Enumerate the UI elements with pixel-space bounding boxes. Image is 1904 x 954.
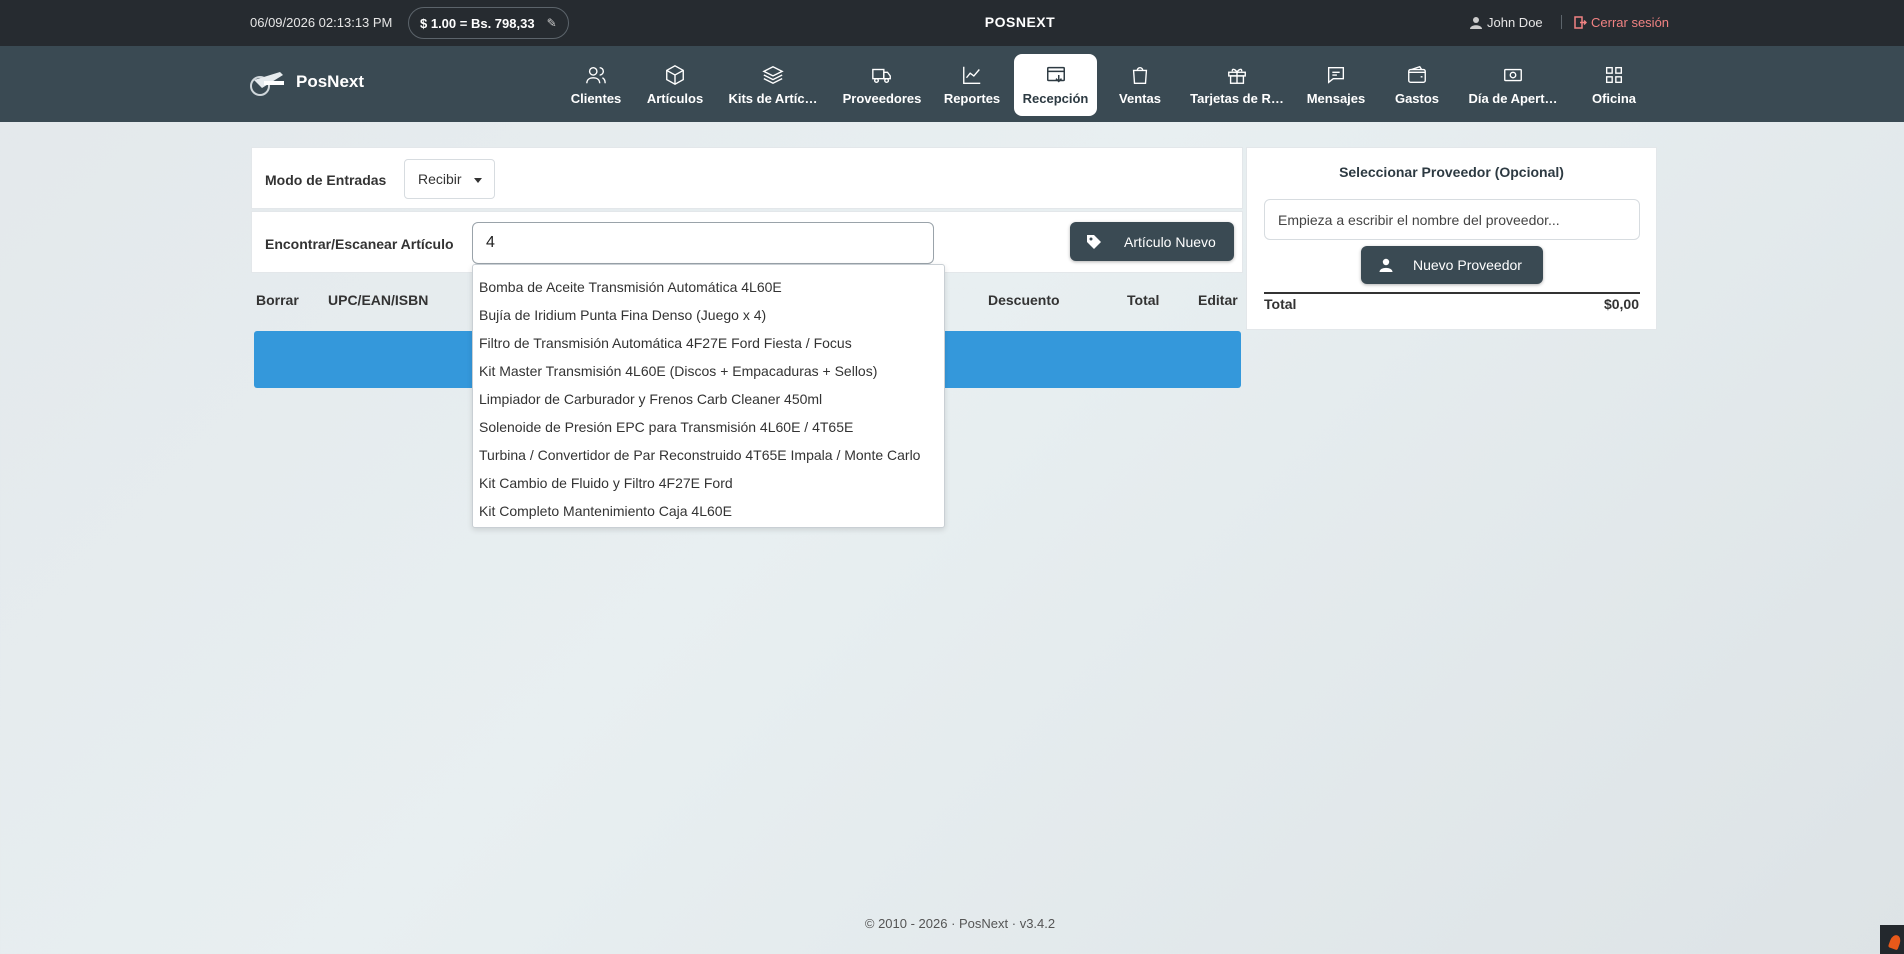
user-menu[interactable]: John Doe xyxy=(1470,15,1543,30)
autocomplete-option[interactable]: Kit Cambio de Fluido y Filtro 4F27E Ford xyxy=(473,469,944,497)
user-icon xyxy=(1379,258,1393,272)
nav-label: Mensajes xyxy=(1306,91,1366,106)
col-edit: Editar xyxy=(1198,292,1238,308)
wallet-icon xyxy=(1408,65,1426,84)
grid-icon xyxy=(1605,66,1623,84)
chart-line-icon xyxy=(963,66,981,84)
nav-label: Ventas xyxy=(1119,91,1161,106)
supplier-title: Seleccionar Proveedor (Opcional) xyxy=(1339,164,1564,180)
layers-icon xyxy=(762,65,784,85)
nav-label: Tarjetas de R… xyxy=(1190,91,1284,106)
box-icon xyxy=(666,65,684,85)
tag-icon xyxy=(1087,234,1101,249)
autocomplete-option[interactable]: Solenoide de Presión EPC para Transmisió… xyxy=(473,413,944,441)
total-label: Total xyxy=(1264,296,1297,312)
logout-link[interactable]: Cerrar sesión xyxy=(1574,15,1669,30)
mode-select-value: Recibir xyxy=(418,171,462,187)
mode-row: Modo de Entradas Recibir xyxy=(251,147,1243,209)
nav-label: Reportes xyxy=(943,91,1001,106)
nav-oficina[interactable]: Oficina xyxy=(1584,54,1644,116)
nav-label: Proveedores xyxy=(842,91,922,106)
col-discount: Descuento xyxy=(988,292,1060,308)
supplier-panel: Seleccionar Proveedor (Opcional) Nuevo P… xyxy=(1246,147,1657,330)
user-name: John Doe xyxy=(1487,15,1543,30)
nav-ventas[interactable]: Ventas xyxy=(1110,54,1170,116)
nav-articulos[interactable]: Artículos xyxy=(645,54,705,116)
mode-select[interactable]: Recibir xyxy=(404,159,495,199)
nav-label: Recepción xyxy=(1022,91,1089,106)
nav-tarjetas[interactable]: Tarjetas de R… xyxy=(1187,54,1287,116)
total-value: $0,00 xyxy=(1603,296,1639,312)
cash-icon xyxy=(1504,68,1522,82)
nav-kits[interactable]: Kits de Artíc… xyxy=(723,54,823,116)
new-item-button[interactable]: Artículo Nuevo xyxy=(1070,222,1234,261)
autocomplete-option[interactable]: Turbina / Convertidor de Par Reconstruid… xyxy=(473,441,944,469)
nav-proveedores[interactable]: Proveedores xyxy=(842,54,922,116)
total-divider xyxy=(1264,292,1640,294)
logout-label: Cerrar sesión xyxy=(1591,15,1670,30)
nav-label: Gastos xyxy=(1394,91,1440,106)
nav-label: Clientes xyxy=(570,91,622,106)
inbox-download-icon xyxy=(1046,66,1065,83)
message-icon xyxy=(1327,66,1345,84)
item-autocomplete-dropdown: Bomba de Aceite Transmisión Automática 4… xyxy=(472,264,945,528)
brand-logo[interactable]: PosNext xyxy=(250,66,364,98)
debug-toolbar-toggle[interactable] xyxy=(1880,925,1904,954)
nav-label: Oficina xyxy=(1591,91,1637,106)
gift-icon xyxy=(1228,68,1246,84)
user-icon xyxy=(1470,17,1482,29)
col-upc: UPC/EAN/ISBN xyxy=(328,292,429,308)
brand-name: PosNext xyxy=(296,72,365,91)
logo-plane-icon xyxy=(250,72,284,96)
top-bar: 06/09/2026 02:13:13 PM $ 1.00 = Bs. 798,… xyxy=(0,0,1904,46)
autocomplete-option[interactable]: Kit Master Transmisión 4L60E (Discos + E… xyxy=(473,357,944,385)
flame-icon xyxy=(1887,933,1903,951)
autocomplete-option[interactable]: Bujía de Iridium Punta Fina Denso (Juego… xyxy=(473,301,944,329)
autocomplete-option[interactable]: Filtro de Transmisión Automática 4F27E F… xyxy=(473,329,944,357)
new-supplier-label: Nuevo Proveedor xyxy=(1413,257,1522,273)
nav-dia-apertura[interactable]: Día de Apert… xyxy=(1465,54,1561,116)
autocomplete-option[interactable]: Limpiador de Carburador y Frenos Carb Cl… xyxy=(473,385,944,413)
item-search-input[interactable] xyxy=(472,222,934,264)
find-label: Encontrar/Escanear Artículo xyxy=(265,236,454,252)
nav-mensajes[interactable]: Mensajes xyxy=(1303,54,1369,116)
users-icon xyxy=(586,66,606,84)
autocomplete-option[interactable]: Bomba de Aceite Transmisión Automática 4… xyxy=(473,273,944,301)
divider xyxy=(1561,15,1562,29)
nav-label: Artículos xyxy=(646,91,704,106)
truck-icon xyxy=(872,68,891,84)
footer: © 2010 - 2026 · PosNext · v3.4.2 xyxy=(864,916,1056,931)
logout-icon xyxy=(1574,16,1587,29)
caret-down-icon xyxy=(474,178,482,183)
nav-reportes[interactable]: Reportes xyxy=(942,54,1002,116)
nav-label: Día de Apert… xyxy=(1468,91,1558,106)
nav-gastos[interactable]: Gastos xyxy=(1387,54,1447,116)
col-total: Total xyxy=(1127,292,1160,308)
main-navbar: PosNext Clientes Artículos Kits de Artíc… xyxy=(0,46,1904,122)
col-delete: Borrar xyxy=(256,292,299,308)
nav-recepcion[interactable]: Recepción xyxy=(1014,54,1097,116)
nav-clientes[interactable]: Clientes xyxy=(566,54,626,116)
shopping-bag-icon xyxy=(1132,67,1148,84)
new-supplier-button[interactable]: Nuevo Proveedor xyxy=(1361,246,1543,284)
autocomplete-option[interactable]: Kit Completo Mantenimiento Caja 4L60E xyxy=(473,497,944,525)
nav-label: Kits de Artíc… xyxy=(728,91,818,106)
mode-label: Modo de Entradas xyxy=(265,172,387,188)
supplier-search-input[interactable] xyxy=(1264,199,1640,240)
new-item-label: Artículo Nuevo xyxy=(1124,233,1216,250)
